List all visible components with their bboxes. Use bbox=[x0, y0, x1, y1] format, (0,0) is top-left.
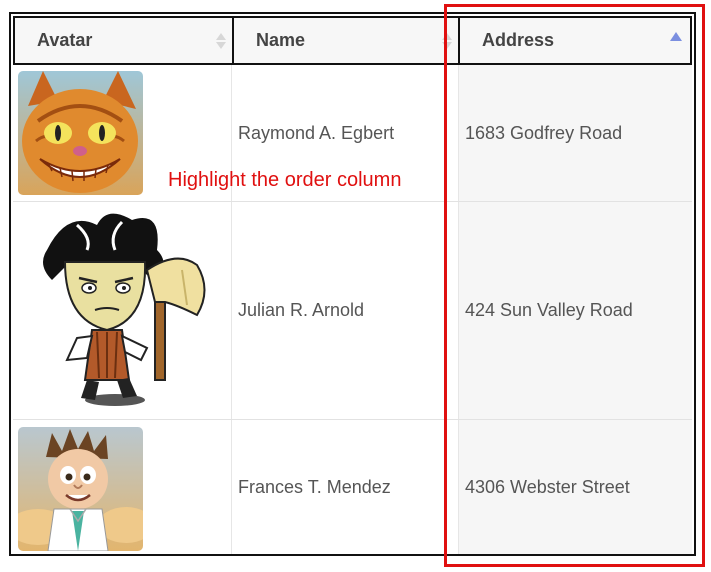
avatar-cell bbox=[13, 420, 232, 554]
column-header-label: Avatar bbox=[37, 30, 93, 50]
column-header-label: Name bbox=[256, 30, 306, 50]
sort-both-icon bbox=[216, 31, 226, 51]
avatar-cell bbox=[13, 202, 232, 419]
cartoon-boy-avatar bbox=[18, 427, 143, 551]
annotation-text: Highlight the order column bbox=[168, 169, 402, 191]
cartoon-man-with-axe-avatar bbox=[37, 210, 222, 410]
name-cell: Julian R. Arnold bbox=[232, 202, 459, 419]
order-column-highlight bbox=[444, 4, 705, 567]
cartoon-cat-avatar bbox=[18, 71, 143, 195]
column-header-name[interactable]: Name bbox=[234, 18, 460, 63]
name-cell: Frances T. Mendez bbox=[232, 420, 459, 554]
column-header-avatar[interactable]: Avatar bbox=[15, 18, 234, 63]
